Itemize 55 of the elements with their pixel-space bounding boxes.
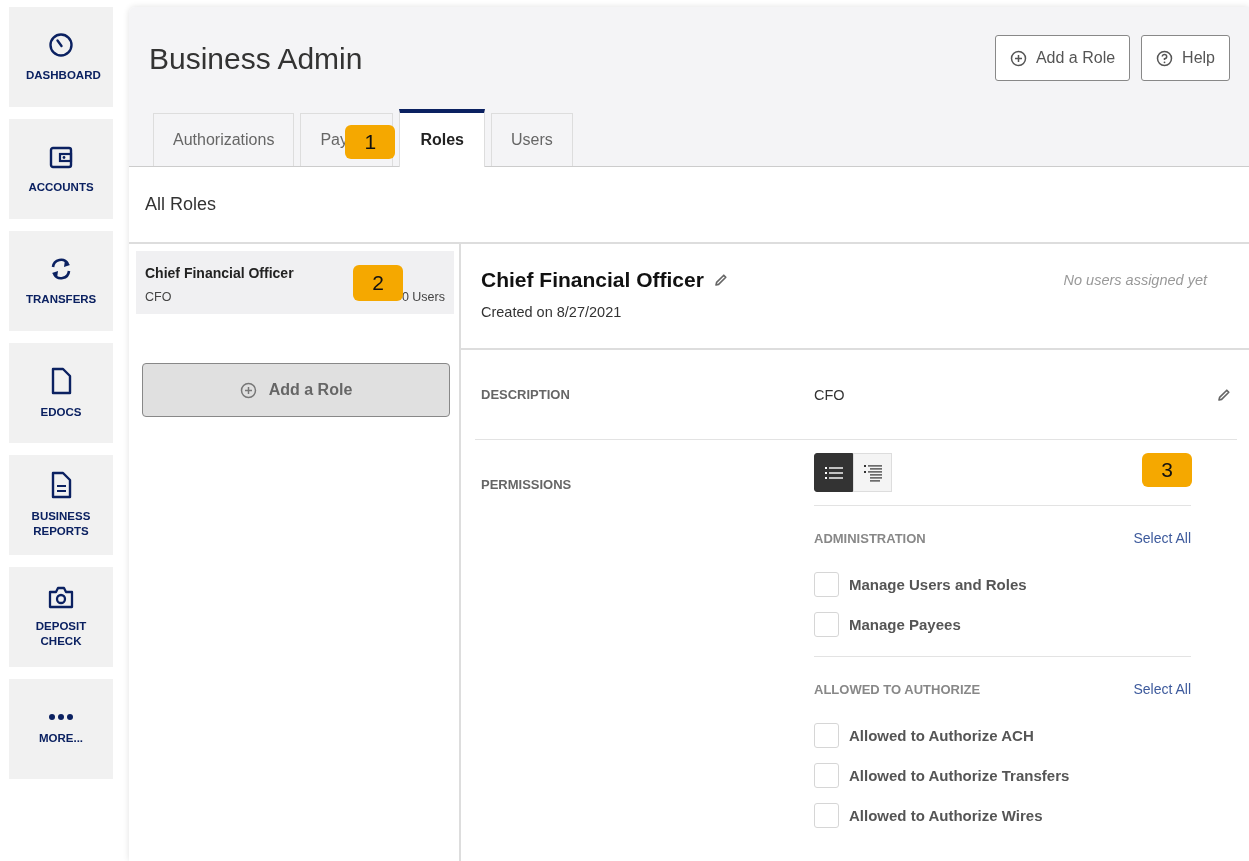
role-title: Chief Financial Officer bbox=[481, 268, 704, 292]
nav-tile[interactable]: EDOCS bbox=[9, 343, 113, 443]
indented-list-icon bbox=[863, 463, 882, 482]
view-toggle-button[interactable] bbox=[814, 453, 853, 492]
help-button[interactable]: Help bbox=[1141, 35, 1230, 81]
help-icon bbox=[1156, 49, 1174, 67]
checkbox[interactable] bbox=[814, 611, 839, 637]
tab[interactable]: Roles bbox=[399, 109, 485, 167]
nav-tile[interactable]: TRANSFERS bbox=[9, 231, 113, 331]
permission-label: Allowed to Authorize Transfers bbox=[849, 766, 1070, 784]
nav-tile[interactable]: DEPOSIT CHECK bbox=[9, 567, 113, 667]
gauge-icon bbox=[48, 31, 74, 58]
permission-label: Manage Users and Roles bbox=[849, 575, 1027, 593]
nav-tile[interactable]: MORE... bbox=[9, 679, 113, 779]
section-title: All Roles bbox=[145, 194, 217, 215]
field-label: PERMISSIONS bbox=[480, 476, 573, 492]
checkbox[interactable] bbox=[814, 571, 839, 597]
assignment-status: No users assigned yet bbox=[1063, 272, 1207, 290]
created-date: Created on 8/27/2021 bbox=[481, 304, 623, 320]
checkbox[interactable] bbox=[814, 802, 839, 828]
checkbox[interactable] bbox=[814, 722, 839, 748]
permission-label: Allowed to Authorize ACH bbox=[849, 726, 1034, 744]
edit-icon[interactable] bbox=[1217, 387, 1231, 402]
camera-icon bbox=[48, 585, 74, 609]
more-icon bbox=[48, 712, 74, 721]
annotation-badge: 1 bbox=[345, 125, 396, 159]
annotation-badge: 2 bbox=[353, 265, 403, 301]
add-role-button[interactable]: Add a Role bbox=[142, 363, 450, 417]
role-item[interactable]: Chief Financial Officer CFO 0 Users 2 bbox=[136, 251, 454, 314]
role-name: Chief Financial Officer bbox=[145, 265, 295, 281]
group-title: ALLOWED TO AUTHORIZE bbox=[814, 681, 981, 697]
description-value: CFO bbox=[814, 386, 846, 403]
select-all-link[interactable]: Select All bbox=[1133, 530, 1191, 546]
list-icon bbox=[824, 465, 843, 480]
permission-label: Manage Payees bbox=[849, 615, 961, 633]
field-label: DESCRIPTION bbox=[480, 387, 571, 402]
user-count: 0 Users bbox=[401, 290, 445, 304]
role-abbreviation: CFO bbox=[145, 290, 172, 304]
add-icon bbox=[239, 381, 257, 399]
nav-tile[interactable]: DASHBOARD bbox=[9, 7, 113, 107]
add-role-button[interactable]: Add a Role bbox=[994, 35, 1131, 81]
select-all-link[interactable]: Select All bbox=[1133, 681, 1191, 697]
document-icon bbox=[50, 366, 72, 395]
annotation-badge: 3 bbox=[1142, 453, 1192, 487]
edit-icon[interactable] bbox=[713, 273, 728, 287]
nav-tile[interactable]: BUSINESS REPORTS bbox=[9, 455, 113, 555]
tab[interactable]: Authorizations bbox=[153, 113, 295, 166]
nav-tile[interactable]: ACCOUNTS bbox=[9, 119, 113, 219]
group-title: ADMINISTRATION bbox=[814, 530, 926, 546]
permission-label: Allowed to Authorize Wires bbox=[849, 806, 1043, 824]
tab[interactable]: Users bbox=[490, 113, 573, 166]
document-lines-icon bbox=[50, 471, 72, 499]
page-title: Business Admin bbox=[149, 42, 363, 76]
checkbox[interactable] bbox=[814, 762, 839, 788]
add-icon bbox=[1009, 49, 1027, 67]
